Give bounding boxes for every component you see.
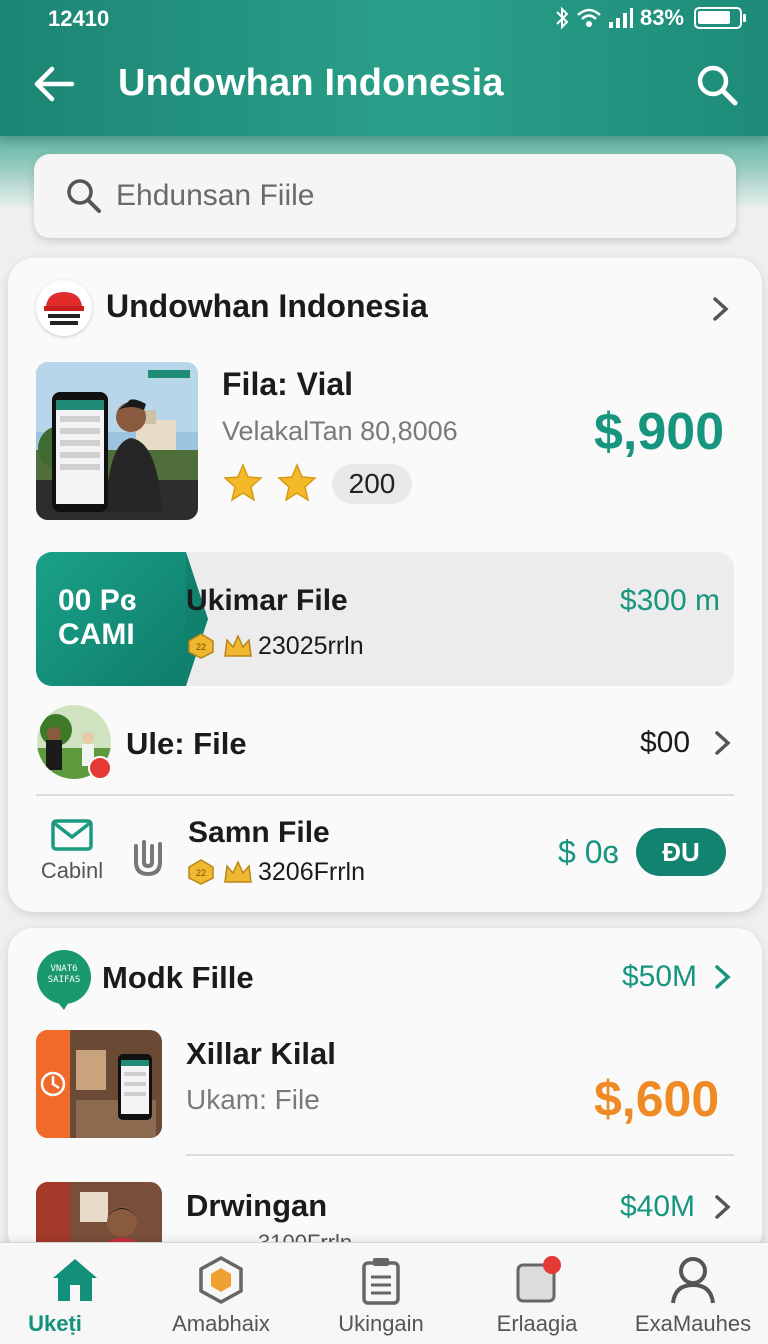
highlight-item[interactable]: 00 Pɞ CAMI Ukimar File 22 23025rrln $300…	[36, 552, 734, 686]
store-photo-image	[36, 1030, 162, 1138]
chevron-right-icon[interactable]	[712, 1192, 734, 1222]
nav-label: Amabhaix	[172, 1311, 270, 1336]
search-input[interactable]	[116, 172, 696, 220]
nav-item-ukingain[interactable]: Ukingain	[306, 1243, 456, 1344]
bluetooth-icon	[556, 6, 569, 30]
coin-badge-icon: 22	[188, 859, 214, 885]
featured-title: Fila: Vial	[222, 366, 354, 402]
nav-label: Ukingain	[338, 1311, 424, 1336]
nav-label: Ukeṭi	[28, 1311, 82, 1336]
row2-title: Samn File	[188, 816, 330, 849]
du-button[interactable]: ĐU	[636, 828, 726, 876]
row1-title: Ule: File	[126, 726, 247, 761]
highlight-price: $300 m	[619, 584, 720, 617]
rating-count-badge: 200	[332, 464, 412, 504]
signal-icon	[608, 8, 633, 28]
user-avatar[interactable]	[36, 704, 112, 780]
item1-title: Xillar Kilal	[186, 1036, 336, 1071]
status-icons: 83%	[554, 5, 746, 31]
bottom-navigation: Ukeṭi Amabhaix Ukingain Erlaagia ExaMauh…	[0, 1242, 768, 1344]
item1-thumbnail[interactable]	[36, 1030, 162, 1138]
item1-price: $,600	[594, 1071, 720, 1127]
highlight-meta-text: 23025rrln	[258, 631, 364, 660]
notification-badge	[88, 756, 112, 780]
svg-text:22: 22	[196, 868, 206, 878]
crown-icon	[224, 860, 252, 883]
clipboard-icon	[362, 1258, 400, 1305]
search-bar	[34, 154, 736, 238]
search-button[interactable]	[694, 62, 740, 108]
section-logo: VNAT6 SAIFAS	[34, 948, 94, 1012]
row2-price: $ 0ɞ	[558, 834, 619, 870]
section-total: $50M	[622, 960, 698, 993]
cabinet-shortcut[interactable]: Cabinl	[34, 818, 110, 888]
nav-item-home[interactable]: Ukeṭi	[0, 1243, 150, 1344]
divider	[36, 794, 734, 796]
brand-logo-icon	[44, 292, 84, 325]
attachment-icon	[134, 840, 162, 877]
chevron-right-icon[interactable]	[710, 294, 732, 324]
nav-item-examauhes[interactable]: ExaMauhes	[618, 1243, 768, 1344]
featured-thumbnail[interactable]	[36, 362, 198, 520]
highlight-meta: 22 23025rrln	[186, 630, 364, 662]
star-icon	[277, 463, 317, 502]
coin-badge-icon: 22	[188, 633, 214, 659]
row2-meta: 22 3206Frrln	[186, 856, 365, 888]
section-logo-text: VNAT6 SAIFAS	[47, 964, 81, 985]
search-icon	[697, 65, 738, 106]
star-icon	[223, 463, 263, 502]
mail-icon	[51, 819, 93, 851]
nav-item-erlaagia[interactable]: Erlaagia	[462, 1243, 612, 1344]
nav-label: Erlaagia	[496, 1311, 578, 1336]
divider	[186, 1154, 734, 1156]
wifi-icon	[577, 8, 601, 27]
status-bar: 12410 83%	[0, 0, 768, 36]
chevron-right-icon[interactable]	[712, 962, 734, 992]
notification-icon	[516, 1256, 561, 1303]
nav-label: ExaMauhes	[634, 1311, 752, 1336]
item2-title: Drwingan	[186, 1188, 328, 1223]
featured-subtitle: VelakalTan 80,8006	[222, 416, 458, 446]
battery-percent: 83%	[639, 5, 684, 30]
rating-stars	[222, 462, 322, 506]
page-title: Undowhan Indonesia	[118, 62, 504, 104]
row2-meta-text: 3206Frrln	[258, 857, 365, 886]
section-title: Modk Fille	[102, 960, 254, 995]
arrow-left-icon	[34, 66, 75, 102]
app-bar: Undowhan Indonesia	[0, 50, 768, 118]
highlight-title: Ukimar File	[186, 584, 348, 617]
section-card-modk: VNAT6 SAIFAS Modk Fille $50M Xillar Kila…	[8, 928, 762, 1258]
crown-icon	[224, 634, 252, 657]
item2-price: $40M	[620, 1190, 696, 1223]
phone-photo-image	[36, 362, 198, 520]
section-logo	[36, 280, 92, 336]
battery-icon	[694, 7, 746, 29]
hexagon-icon	[199, 1256, 243, 1304]
item1-subtitle: Ukam: File	[186, 1084, 320, 1115]
status-time: 12410	[48, 6, 110, 31]
section-card-undowhan: Undowhan Indonesia Fila: Vial VelakalTan	[8, 258, 762, 912]
home-icon	[53, 1259, 97, 1301]
profile-icon	[671, 1257, 715, 1304]
promo-tag: 00 Pɞ CAMI	[36, 552, 208, 686]
nav-item-amabhaix[interactable]: Amabhaix	[146, 1243, 296, 1344]
section-title: Undowhan Indonesia	[106, 288, 428, 324]
cabinet-label: Cabinl	[40, 858, 104, 883]
svg-text:22: 22	[196, 642, 206, 652]
back-button[interactable]	[30, 62, 78, 106]
chevron-right-icon[interactable]	[712, 728, 734, 758]
featured-price: $,900	[594, 403, 725, 461]
row1-price: $00	[640, 726, 691, 759]
search-icon	[67, 179, 101, 213]
